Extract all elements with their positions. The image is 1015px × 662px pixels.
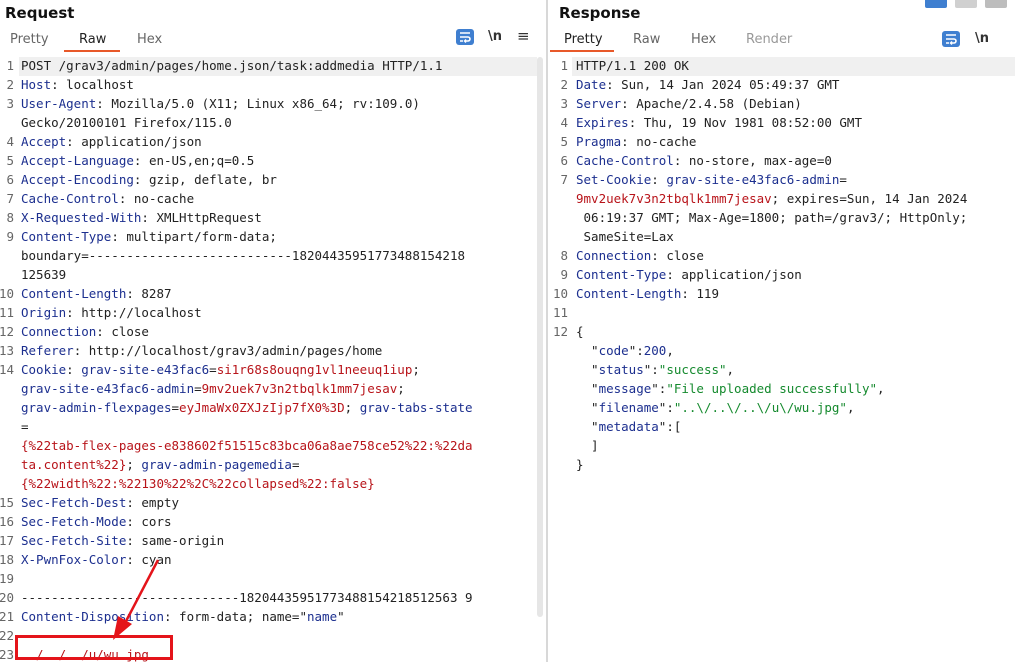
annotation-arrow bbox=[113, 559, 160, 640]
